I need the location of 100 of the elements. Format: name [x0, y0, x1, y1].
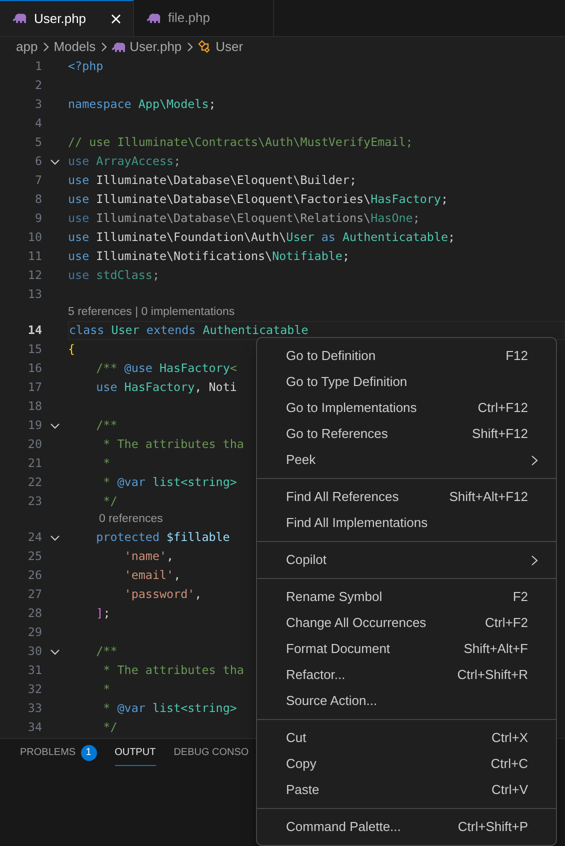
line-number: 10 [26, 228, 42, 246]
menu-item[interactable]: Go to References Shift+F12 [257, 421, 556, 447]
line-number: 3 [34, 96, 42, 113]
line-number: 2 [34, 76, 42, 94]
line-number: 9 [34, 210, 42, 227]
menu-item[interactable]: Cut Ctrl+X [257, 725, 556, 751]
line-number: 33 [26, 700, 42, 717]
class-icon [198, 40, 212, 54]
code-line: * @var list<string> [102, 474, 237, 491]
line-number: 6 [34, 152, 42, 170]
code-line: * [102, 454, 110, 472]
shortcut-label: Shift+Alt+F [464, 640, 528, 658]
panel-tab[interactable]: OUTPUT [114, 740, 156, 766]
code-line: class User extends Authenticatable [69, 322, 308, 339]
menu-item[interactable]: Copilot [257, 547, 556, 573]
php-file-icon [147, 12, 162, 24]
code-line: use Illuminate\Foundation\Auth\User as Authenticatable; [68, 228, 456, 246]
code-line: // use Illuminate\Contracts\Auth\MustVerifyEmail; [68, 134, 413, 151]
menu-item[interactable]: Copy Ctrl+C [257, 751, 556, 777]
menu-item[interactable]: Change All Occurrences Ctrl+F2 [257, 610, 556, 636]
shortcut-label: F12 [506, 347, 528, 366]
menu-item[interactable]: Peek [257, 447, 556, 473]
line-number: 11 [26, 248, 42, 265]
line-number: 14 [26, 322, 42, 339]
menu-item[interactable]: Find All Implementations [257, 510, 556, 536]
line-number: 8 [34, 190, 42, 208]
php-file-icon [112, 42, 126, 52]
code-line: * [102, 680, 110, 698]
breadcrumb-item[interactable]: Models [54, 37, 96, 57]
code-line: protected $fillable [95, 528, 230, 546]
breadcrumb-item[interactable]: User [216, 37, 244, 57]
fold-chevron-icon[interactable] [50, 422, 60, 428]
line-number: 13 [26, 286, 42, 303]
code-line: use Illuminate\Database\Eloquent\Factories\HasFactory; [68, 190, 448, 208]
codelens-text[interactable]: 5 references | 0 implementations [68, 304, 235, 322]
code-line: 'password', [123, 586, 202, 603]
panel-tab[interactable]: PROBLEMS 1 [20, 740, 97, 766]
line-number: 19 [26, 416, 42, 434]
menu-item[interactable]: Go to Implementations Ctrl+F12 [257, 395, 556, 421]
line-number: 7 [34, 172, 42, 189]
code-line: <?php [68, 58, 104, 75]
fold-chevron-icon[interactable] [50, 158, 60, 164]
menu-item[interactable]: Command Palette... Ctrl+Shift+P [257, 814, 556, 840]
code-line: */ [102, 492, 118, 510]
shortcut-label: Ctrl+Shift+R [457, 666, 528, 684]
menu-item[interactable]: Rename Symbol F2 [257, 584, 556, 610]
shortcut-label: F2 [512, 588, 528, 606]
fold-chevron-icon[interactable] [50, 534, 60, 540]
fold-chevron-icon[interactable] [50, 648, 60, 654]
code-line: */ [102, 718, 118, 736]
shortcut-label: Shift+F12 [472, 425, 528, 444]
menu-item[interactable]: Find All References Shift+Alt+F12 [257, 484, 556, 510]
code-line: 'name', [123, 548, 174, 565]
line-number: 31 [26, 662, 42, 679]
chevron-icon [186, 42, 194, 52]
shortcut-label: Ctrl+C [490, 755, 528, 774]
shortcut-label: Ctrl+F12 [478, 399, 528, 418]
shortcut-label: Ctrl+F2 [485, 614, 528, 632]
line-number: 24 [26, 528, 42, 546]
count-badge: 1 [80, 744, 97, 760]
breadcrumb-item[interactable]: app [16, 37, 38, 57]
code-line: use Illuminate\Database\Eloquent\Builder; [68, 172, 357, 189]
breadcrumb-item[interactable]: User.php [130, 37, 182, 57]
code-line: 'email', [123, 566, 181, 584]
codelens-text[interactable]: 0 references [99, 510, 163, 528]
line-number: 27 [26, 586, 42, 603]
close-icon[interactable] [111, 14, 122, 24]
line-number: 20 [26, 436, 42, 453]
line-number: 30 [26, 642, 42, 660]
line-number: 26 [26, 566, 42, 584]
line-number: 29 [26, 624, 42, 641]
line-number: 25 [26, 548, 42, 565]
code-line: use HasFactory, Noti [95, 378, 237, 396]
code-line: use ArrayAccess; [68, 152, 181, 170]
menu-item[interactable]: Format Document Shift+Alt+F [257, 636, 556, 662]
menu-item[interactable]: Source Action... [257, 688, 556, 714]
code-line: /** [95, 642, 118, 660]
line-number: 12 [26, 266, 42, 284]
editor-tab[interactable]: User.php [0, 0, 134, 36]
line-number: 34 [26, 718, 42, 736]
code-line: use Illuminate\Notifications\Notifiable; [68, 248, 350, 265]
shortcut-label: Ctrl+Shift+P [458, 818, 528, 836]
menu-item[interactable]: Go to Definition F12 [257, 343, 556, 369]
code-line: * @var list<string> [102, 700, 237, 717]
menu-item[interactable]: Paste Ctrl+V [257, 777, 556, 803]
code-line: /** [95, 416, 118, 434]
menu-item[interactable]: Refactor... Ctrl+Shift+R [257, 662, 556, 688]
line-number: 32 [26, 680, 42, 698]
code-line: use stdClass; [68, 266, 160, 284]
chevron-icon [42, 42, 50, 52]
shortcut-label: Ctrl+X [492, 729, 528, 748]
shortcut-label: Shift+Alt+F12 [449, 488, 528, 506]
code-line: { [68, 340, 76, 358]
line-number: 23 [26, 492, 42, 510]
panel-tab[interactable]: DEBUG CONSO [174, 740, 249, 766]
line-number: 5 [34, 134, 42, 151]
menu-item[interactable]: Go to Type Definition [257, 369, 556, 395]
line-number: 18 [26, 398, 42, 415]
code-line: ]; [95, 604, 110, 622]
line-number: 1 [34, 58, 42, 75]
